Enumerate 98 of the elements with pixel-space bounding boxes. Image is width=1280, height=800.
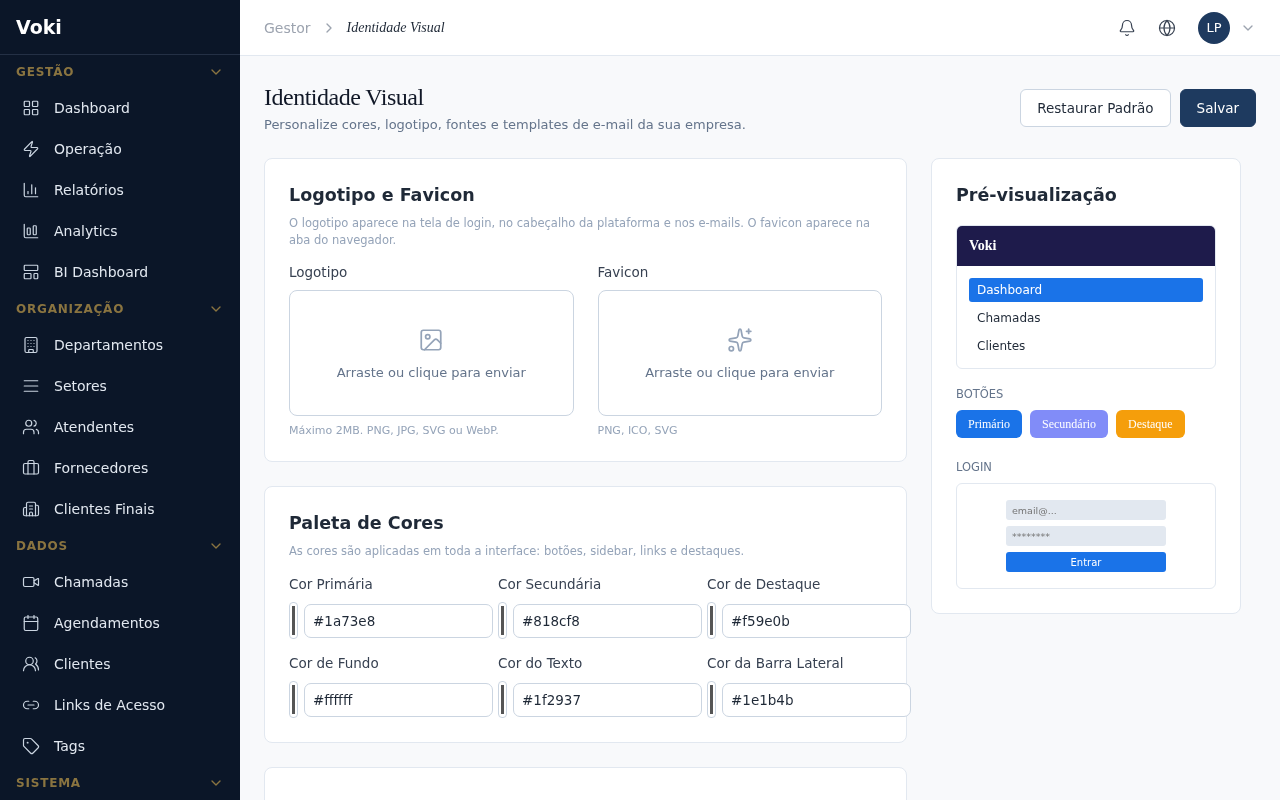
user-avatar[interactable]: LP xyxy=(1198,11,1230,44)
section-title: GESTÃO xyxy=(16,65,75,79)
sidebar-item[interactable]: Fornecedores xyxy=(0,447,240,488)
sidebar-item[interactable]: Dashboard xyxy=(0,87,240,128)
field-label: Cor Secundária xyxy=(498,576,603,592)
upload-dropzone[interactable]: Arraste ou clique para enviar xyxy=(597,290,882,417)
sidebar-item[interactable]: Analytics xyxy=(0,210,240,251)
hex-input-field[interactable]: #ffffff xyxy=(304,682,493,717)
color-picker[interactable] xyxy=(498,602,507,639)
color-picker[interactable] xyxy=(289,681,298,718)
color-picker[interactable] xyxy=(707,602,716,639)
sidebar-item[interactable]: Chamadas xyxy=(0,561,240,602)
preview-button[interactable]: Primário xyxy=(956,410,1022,438)
sidebar-item[interactable]: Departamentos xyxy=(0,324,240,365)
color-picker[interactable] xyxy=(289,602,298,639)
color-picker[interactable] xyxy=(707,681,716,718)
section-label: BOTÕES xyxy=(956,387,1005,401)
sidebar-item[interactable]: Tags xyxy=(0,725,240,766)
section-title: DADOS xyxy=(16,539,69,553)
hex-input-field[interactable]: #1e1b4b xyxy=(722,682,911,717)
dropzone-text: Arraste ou clique para enviar xyxy=(336,364,526,380)
sidebar-item[interactable]: Clientes xyxy=(0,643,240,684)
section-label: LOGIN xyxy=(956,460,993,474)
sidebar-item-label: Atendentes xyxy=(54,418,135,435)
field-label: Favicon xyxy=(597,264,650,281)
sidebar-item[interactable]: Setores xyxy=(0,365,240,406)
layout-icon xyxy=(22,262,40,281)
sidebar-item-label: Tags xyxy=(54,737,85,754)
globe-icon[interactable] xyxy=(1158,18,1176,37)
field-label: Cor de Destaque xyxy=(707,576,822,592)
section-title: SISTEMA xyxy=(16,776,81,790)
field-label: Logotipo xyxy=(289,264,349,281)
sidebar-item-label: Operação xyxy=(54,140,122,157)
color-picker[interactable] xyxy=(498,681,507,718)
card-description: O logotipo aparece na tela de login, no cabeçalho da plataforma e nos e-mails. O favicon aparece na aba do navegador. xyxy=(289,215,871,249)
upload-hint: Máximo 2MB. PNG, JPG, SVG ou WebP. xyxy=(289,424,500,438)
tag-icon xyxy=(22,736,40,755)
sidebar-item[interactable]: Atendentes xyxy=(0,406,240,447)
section-header[interactable]: DADOS xyxy=(0,531,240,561)
preview-brand: Voki xyxy=(957,226,1215,266)
field-label: Cor Primária xyxy=(289,576,374,592)
section-header[interactable]: SISTEMA xyxy=(0,768,240,798)
sidebar-item-label: Departamentos xyxy=(54,336,164,353)
hex-input-field[interactable]: #818cf8 xyxy=(513,603,702,638)
building-icon xyxy=(22,335,40,354)
calendar-icon xyxy=(22,613,40,632)
sidebar-item[interactable]: Agendamentos xyxy=(0,602,240,643)
bar-chart-icon xyxy=(22,180,40,199)
sidebar-item-label: Dashboard xyxy=(54,99,130,116)
sidebar-item-label: BI Dashboard xyxy=(54,263,149,280)
sidebar-item-label: Clientes xyxy=(54,655,111,672)
people-icon xyxy=(22,417,40,436)
sidebar-item-label: Chamadas xyxy=(54,573,129,590)
sidebar-item-label: Clientes Finais xyxy=(54,500,155,517)
upload-hint: PNG, ICO, SVG xyxy=(597,424,679,438)
image-icon xyxy=(418,326,445,353)
save-button[interactable]: Salvar xyxy=(1179,89,1256,127)
sidebar-item[interactable]: Clientes Finais xyxy=(0,488,240,529)
sidebar-item-label: Agendamentos xyxy=(54,614,160,631)
sidebar-item-label: Links de Acesso xyxy=(54,696,166,713)
hex-input-field[interactable]: #1f2937 xyxy=(513,682,702,717)
login-button[interactable]: Entrar xyxy=(1006,552,1166,572)
dropzone-text: Arraste ou clique para enviar xyxy=(645,364,835,380)
bar-chart-icon xyxy=(22,221,40,240)
section-header[interactable]: GESTÃO xyxy=(0,57,240,87)
lightning-icon xyxy=(22,139,40,158)
card-title: Pré-visualização xyxy=(956,185,1118,205)
hex-input-field[interactable]: #f59e0b xyxy=(722,603,911,638)
section-header[interactable]: ORGANIZAÇÃO xyxy=(0,294,240,324)
bell-icon[interactable] xyxy=(1118,18,1136,37)
people-icon xyxy=(22,654,40,673)
upload-dropzone[interactable]: Arraste ou clique para enviar xyxy=(289,290,574,417)
card-title: Paleta de Cores xyxy=(289,513,445,534)
sidebar-item-label: Analytics xyxy=(54,222,118,239)
sidebar-item-label: Fornecedores xyxy=(54,459,149,476)
page-title: Identidade Visual xyxy=(264,84,425,111)
building-icon xyxy=(22,499,40,518)
card-description: As cores são aplicadas em toda a interface: botões, sidebar, links e destaques. xyxy=(289,543,746,560)
card-title: Logotipo e Favicon xyxy=(289,185,476,205)
breadcrumb-current: Identidade Visual xyxy=(346,19,445,36)
sidebar-item[interactable]: BI Dashboard xyxy=(0,251,240,292)
restore-button[interactable]: Restaurar Padrão xyxy=(1020,89,1171,127)
sidebar-item-label: Relatórios xyxy=(54,181,124,198)
sparkles-icon xyxy=(726,326,753,353)
sidebar-item[interactable]: Relatórios xyxy=(0,169,240,210)
field-label: Cor de Fundo xyxy=(289,655,380,671)
password-field[interactable]: ******** xyxy=(1006,526,1166,546)
sidebar-item[interactable]: Operação xyxy=(0,128,240,169)
field-label: Cor da Barra Lateral xyxy=(707,655,845,671)
field-label: Cor do Texto xyxy=(498,655,584,671)
hex-input-field[interactable]: #1a73e8 xyxy=(304,603,493,638)
page-subtitle: Personalize cores, logotipo, fontes e templates de e-mail da sua empresa. xyxy=(264,117,746,132)
section-title: ORGANIZAÇÃO xyxy=(16,302,125,316)
sidebar-item-label: Setores xyxy=(54,377,107,394)
sidebar-item[interactable]: Links de Acesso xyxy=(0,684,240,725)
briefcase-icon xyxy=(22,458,40,477)
grid-icon xyxy=(22,98,40,117)
email-field[interactable]: email@... xyxy=(1006,500,1166,520)
